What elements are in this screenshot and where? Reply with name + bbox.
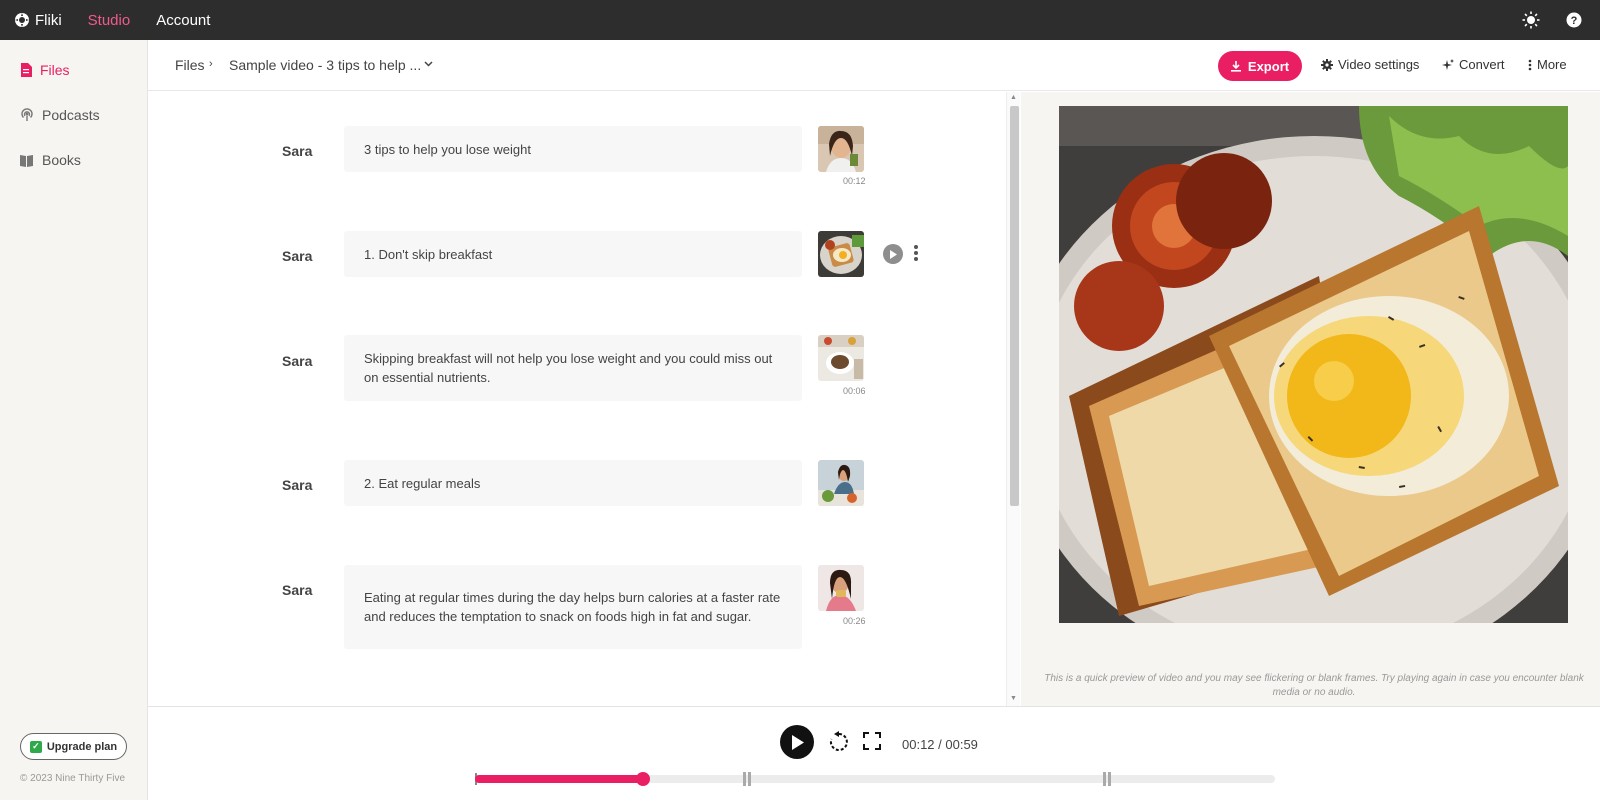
speaker-name[interactable]: Sara <box>282 143 312 159</box>
scene-duration: 00:26 <box>843 616 866 626</box>
timeline-playhead[interactable] <box>636 772 650 786</box>
playback-bar: 00:12 / 00:59 <box>148 706 1600 800</box>
export-label: Export <box>1247 58 1290 74</box>
convert-label: Convert <box>1459 57 1505 72</box>
scene-text[interactable]: 3 tips to help you lose weight <box>344 126 802 172</box>
scene-text[interactable]: 1. Don't skip breakfast <box>344 231 802 277</box>
download-icon <box>1230 60 1241 72</box>
scene-thumbnail[interactable] <box>818 460 864 506</box>
page-header: Files › Sample video - 3 tips to help ..… <box>148 40 1600 91</box>
book-icon <box>20 154 33 167</box>
brand-name: Fliki <box>35 11 62 29</box>
scene-text[interactable]: 2. Eat regular meals <box>344 460 802 506</box>
sidebar-item-podcasts[interactable]: Podcasts <box>20 107 100 123</box>
scroll-up-icon[interactable]: ▲ <box>1010 94 1017 101</box>
fliki-logo-icon <box>15 13 29 27</box>
scroll-thumb[interactable] <box>1010 106 1019 506</box>
scene-marker[interactable] <box>1102 772 1112 786</box>
nav-account[interactable]: Account <box>156 12 210 29</box>
more-button[interactable]: More <box>1528 57 1567 72</box>
sparkle-icon <box>1442 58 1454 70</box>
more-vertical-icon <box>1528 59 1532 70</box>
speaker-name[interactable]: Sara <box>282 582 312 598</box>
breadcrumb-files[interactable]: Files <box>175 57 205 73</box>
scene-text[interactable]: Eating at regular times during the day h… <box>344 565 802 649</box>
sidebar-item-books[interactable]: Books <box>20 152 81 168</box>
brand-logo[interactable]: Fliki <box>14 12 62 29</box>
sidebar-item-label: Podcasts <box>42 107 100 123</box>
video-preview-panel: This is a quick preview of video and you… <box>1021 92 1600 706</box>
sidebar-item-label: Books <box>42 152 81 168</box>
video-preview-frame[interactable] <box>1059 106 1568 623</box>
woman-eating-image <box>818 565 864 611</box>
scene-thumbnail[interactable] <box>818 126 864 172</box>
play-scene-button[interactable] <box>883 244 903 264</box>
scene-marker[interactable] <box>742 772 752 786</box>
chevron-right-icon: › <box>209 58 213 70</box>
theme-toggle-icon[interactable] <box>1522 11 1540 29</box>
speaker-name[interactable]: Sara <box>282 248 312 264</box>
file-icon <box>21 63 32 77</box>
scene-more-button[interactable] <box>913 245 919 261</box>
help-icon[interactable]: ? <box>1566 12 1582 28</box>
video-settings-button[interactable]: Video settings <box>1321 57 1419 72</box>
scene-thumbnail[interactable] <box>818 335 864 381</box>
more-label: More <box>1537 57 1567 72</box>
play-button[interactable] <box>780 725 814 759</box>
timeline-progress <box>475 775 643 783</box>
video-settings-label: Video settings <box>1338 57 1420 72</box>
replay-icon[interactable] <box>828 731 850 753</box>
export-button[interactable]: Export <box>1218 51 1302 81</box>
scene-duration: 00:06 <box>843 386 866 396</box>
upgrade-plan-button[interactable]: ✓ Upgrade plan <box>20 733 127 760</box>
woman-cooking-image <box>818 460 864 506</box>
podcast-icon <box>21 108 33 121</box>
convert-button[interactable]: Convert <box>1442 57 1505 72</box>
play-icon <box>791 734 804 750</box>
scene-duration: 00:12 <box>843 176 866 186</box>
woman-smiling-image <box>818 126 864 172</box>
play-icon <box>890 249 897 259</box>
chevron-down-icon[interactable] <box>424 61 433 67</box>
scene-list: Sara 3 tips to help you lose weight 00:1… <box>148 92 1000 706</box>
egg-toast-image <box>1059 106 1568 623</box>
scene-thumbnail[interactable] <box>818 231 864 277</box>
breadcrumb-current[interactable]: Sample video - 3 tips to help ... <box>229 57 421 73</box>
coffee-table-image <box>818 335 864 381</box>
copyright: © 2023 Nine Thirty Five <box>20 773 126 784</box>
scene-thumbnail[interactable] <box>818 565 864 611</box>
breakfast-plate-image <box>818 231 864 277</box>
time-readout: 00:12 / 00:59 <box>902 737 978 752</box>
preview-disclaimer: This is a quick preview of video and you… <box>1044 673 1584 698</box>
svg-text:?: ? <box>1571 15 1578 27</box>
sidebar: Files Podcasts Books ✓ Upgrade plan © 20… <box>0 40 148 800</box>
scroll-down-icon[interactable]: ▼ <box>1010 695 1017 702</box>
gear-icon <box>1321 58 1333 71</box>
timeline-track[interactable] <box>475 772 1275 786</box>
check-icon: ✓ <box>29 740 42 753</box>
top-bar: Fliki Studio Account ? <box>0 0 1600 40</box>
speaker-name[interactable]: Sara <box>282 477 312 493</box>
scene-text[interactable]: Skipping breakfast will not help you los… <box>344 335 802 401</box>
sidebar-item-label: Files <box>40 62 70 78</box>
upgrade-label: Upgrade plan <box>46 740 118 753</box>
fullscreen-icon[interactable] <box>863 732 881 750</box>
nav-studio[interactable]: Studio <box>88 12 131 29</box>
speaker-name[interactable]: Sara <box>282 353 312 369</box>
sidebar-item-files[interactable]: Files <box>20 62 70 78</box>
scene-list-scrollbar[interactable]: ▲ ▼ <box>1006 92 1020 706</box>
